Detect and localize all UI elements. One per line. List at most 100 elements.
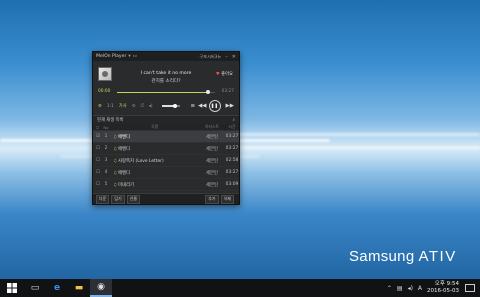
repeat-icon[interactable]: ⟲ xyxy=(132,104,136,109)
tray-up-arrow-icon[interactable]: ⌃ xyxy=(387,285,392,292)
task-view-icon[interactable]: ▭ xyxy=(24,279,46,297)
gift-button[interactable]: 선물 xyxy=(126,194,141,204)
row-title: ♫사랑쪽지 (Love Letter) xyxy=(110,158,199,164)
title-song-icon: ♫ xyxy=(113,182,117,188)
speaker-icon[interactable]: ◂) xyxy=(408,285,413,292)
like-label: 좋아요 xyxy=(221,72,233,77)
column-time[interactable]: 시간 xyxy=(225,124,239,130)
brand-name: ATIV xyxy=(418,248,457,265)
row-title-text: 애벤디 xyxy=(117,134,131,140)
row-artist: 세븐틴 xyxy=(205,134,219,140)
notification-icon[interactable] xyxy=(465,284,475,292)
playlist-row[interactable]: ☐ 2 ♫애벤디 세븐틴 03:27 xyxy=(93,143,239,155)
playlist-bottom-bar: 다운 담기 선물 추가 삭제 xyxy=(93,193,239,204)
close-icon[interactable]: ✕ xyxy=(232,54,236,60)
row-artist: 세븐틴 xyxy=(205,182,219,188)
row-title: ♫애벤디 xyxy=(110,134,199,140)
column-title[interactable]: 곡명 xyxy=(110,124,199,130)
title-song-icon: ♫ xyxy=(113,146,117,152)
row-artist: 세븐틴 xyxy=(205,170,219,176)
download-button[interactable]: 다운 xyxy=(96,194,110,204)
lyrics-toggle[interactable]: 가사 xyxy=(119,103,127,109)
edge-browser-icon[interactable]: e xyxy=(46,279,68,297)
row-checkbox[interactable]: ☑ xyxy=(93,134,102,139)
search-icon[interactable]: ⌕ xyxy=(232,117,235,123)
row-artist: 세븐틴 xyxy=(205,158,219,164)
select-all-checkbox[interactable]: ☐ xyxy=(93,125,102,130)
playlist-title[interactable]: 현재 재생 목록 xyxy=(97,117,123,123)
volume-slider[interactable] xyxy=(161,103,180,108)
playlist-row[interactable]: ☐ 3 ♫사랑쪽지 (Love Letter) 세븐틴 02:58 xyxy=(93,155,239,167)
row-checkbox[interactable]: ☐ xyxy=(93,158,102,163)
row-title-text: 애벤디 xyxy=(117,170,131,176)
playlist-rows: ☑ 1 ♫애벤디 세븐틴 03:27 ☐ 2 ♫애벤디 세븐틴 03:27 ☐ … xyxy=(93,131,239,191)
delete-button[interactable]: 삭제 xyxy=(220,194,234,204)
start-button[interactable] xyxy=(0,283,24,293)
like-button[interactable]: ♥ 좋아요 xyxy=(216,71,233,77)
minimize-icon[interactable]: – xyxy=(225,54,228,60)
row-time: 02:58 xyxy=(225,158,239,163)
system-tray: ⌃ ▤ ◂) A 오후 9:54 2016-05-03 xyxy=(387,281,480,295)
pause-icon: ❚❚ xyxy=(210,103,219,109)
row-no: 2 xyxy=(104,146,108,151)
row-no: 5 xyxy=(104,182,108,187)
row-checkbox[interactable]: ☐ xyxy=(93,182,102,187)
file-explorer-icon[interactable]: ▬ xyxy=(68,279,90,297)
playlist-row[interactable]: ☐ 5 ♫미내리기 세븐틴 03:09 xyxy=(93,179,239,191)
playlist-row[interactable]: ☑ 1 ♫애벤디 세븐틴 03:27 xyxy=(93,131,239,143)
volume-handle[interactable] xyxy=(173,103,178,108)
row-title: ♫미내리기 xyxy=(110,182,199,188)
row-title-text: 사랑쪽지 (Love Letter) xyxy=(117,158,164,164)
previous-icon[interactable]: ◀◀ xyxy=(198,103,206,109)
row-title-text: 애벤디 xyxy=(117,146,131,152)
background-streak xyxy=(240,146,480,149)
clock-date: 2016-05-03 xyxy=(427,288,459,294)
progress-bar[interactable] xyxy=(117,90,215,94)
ratio-toggle[interactable]: 1:1 xyxy=(107,104,114,109)
pause-button[interactable]: ❚❚ xyxy=(208,100,221,112)
playback-controls: ⚙ 1:1 가사 ⟲ ⤮ ◂) ≡ ◀◀ ❚❚ ▶▶ xyxy=(93,97,239,115)
elapsed-time: 00:00 xyxy=(98,89,111,94)
row-checkbox[interactable]: ☐ xyxy=(93,146,102,151)
shuffle-icon[interactable]: ⤮ xyxy=(140,104,143,109)
melon-player-window: MelOn Player ▾ ▭ 구포시버3뉴 – ✕ I can't take… xyxy=(92,51,240,205)
title-song-icon: ♫ xyxy=(113,134,117,140)
network-icon[interactable]: ▤ xyxy=(397,285,403,292)
transport-controls: ≡ ◀◀ ❚❚ ▶▶ xyxy=(187,100,234,112)
mini-mode-icon[interactable]: ▭ xyxy=(133,54,137,59)
app-title: MelOn Player xyxy=(96,54,127,59)
melon-player-task-icon[interactable]: ◉ xyxy=(90,279,112,297)
playlist-row[interactable]: ☐ 4 ♫애벤디 세븐틴 03:27 xyxy=(93,167,239,179)
row-no: 4 xyxy=(104,170,108,175)
ime-indicator[interactable]: A xyxy=(418,285,422,292)
eq-icon[interactable]: ≡ xyxy=(190,103,195,109)
now-playing-panel: I can't take it no more 관지를 소리다? ♥ 좋아요 xyxy=(93,61,239,88)
add-to-button[interactable]: 담기 xyxy=(111,194,125,204)
volume-icon[interactable]: ◂) xyxy=(149,104,153,109)
row-title: ♫애벤디 xyxy=(110,146,199,152)
row-no: 1 xyxy=(104,134,108,139)
row-artist: 세븐틴 xyxy=(205,146,219,152)
clock-time: 오후 9:54 xyxy=(434,281,459,287)
title-song-icon: ♫ xyxy=(113,170,117,176)
settings-icon[interactable]: ⚙ xyxy=(98,104,102,109)
clock[interactable]: 오후 9:54 2016-05-03 xyxy=(427,281,459,295)
row-time: 03:09 xyxy=(225,182,239,187)
row-no: 3 xyxy=(104,158,108,163)
menu-chevron-icon[interactable]: ▾ xyxy=(128,54,130,59)
column-no[interactable]: No xyxy=(102,125,110,130)
player-titlebar[interactable]: MelOn Player ▾ ▭ 구포시버3뉴 – ✕ xyxy=(93,52,239,61)
next-icon[interactable]: ▶▶ xyxy=(226,103,234,109)
user-label[interactable]: 구포시버3뉴 xyxy=(199,54,221,60)
column-artist[interactable]: 아티스트 xyxy=(199,124,225,130)
row-checkbox[interactable]: ☐ xyxy=(93,170,102,175)
heart-icon: ♥ xyxy=(215,72,220,77)
desktop-brand: Samsung ATIV xyxy=(349,248,457,265)
add-button[interactable]: 추가 xyxy=(205,194,219,204)
windows-logo-icon xyxy=(7,283,17,293)
row-time: 03:27 xyxy=(225,146,239,151)
total-time: 03:27 xyxy=(221,89,234,94)
song-artist[interactable]: 관지를 소리다? xyxy=(93,78,239,84)
playlist-header: 현재 재생 목록 ⌕ xyxy=(93,115,239,124)
progress-handle[interactable] xyxy=(206,90,211,94)
